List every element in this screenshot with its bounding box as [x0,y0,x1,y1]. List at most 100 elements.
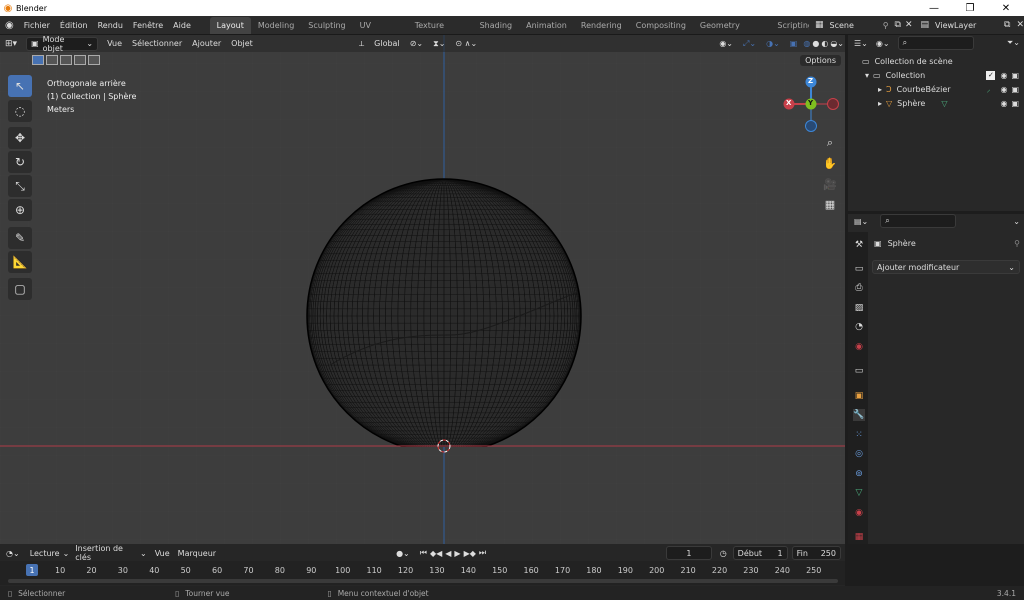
physics-icon[interactable]: ◎ [853,448,865,460]
output-icon[interactable]: ⎙ [853,282,865,294]
tool-add-cube[interactable]: ▢ [8,278,32,300]
pivot-icon[interactable]: ⊘⌄ [405,39,428,48]
proportional-icon[interactable]: ⊙ ∧⌄ [450,39,482,48]
modifier-wrench-icon[interactable]: 🔧 [853,409,865,421]
new-viewlayer-icon[interactable]: ⧉ [1004,20,1010,30]
gizmo-toggle-icon[interactable]: ⤢⌄ [738,39,761,49]
shading-solid-icon[interactable]: ● [811,39,820,48]
menu-add[interactable]: Ajouter [187,39,226,48]
xray-icon[interactable]: ▣ [785,39,803,48]
tool-rotate[interactable]: ↻ [8,151,32,173]
outliner-editor-icon[interactable]: ☰⌄ [854,39,868,48]
object-props-icon[interactable]: ▣ [853,390,865,402]
menu-marker[interactable]: Marqueur [178,549,216,558]
tool-cursor[interactable]: ◌ [8,100,32,122]
view-layer-icon[interactable]: ▨ [853,302,865,314]
visibility-icon[interactable]: ◉⌄ [714,39,738,48]
add-modifier-dropdown[interactable]: Ajouter modificateur ⌄ [872,260,1020,274]
tab-geometry-nodes[interactable]: Geometry Nodes [693,17,773,47]
select-mode-invert-icon[interactable] [74,55,86,65]
camera-icon[interactable]: ▣ [1011,85,1019,94]
shading-material-icon[interactable]: ◐ [820,39,829,48]
properties-search-input[interactable]: ⌕ [880,214,957,228]
mode-dropdown[interactable]: ▣ Mode objet ⌄ [26,35,99,53]
3d-viewport[interactable]: Z X Y ⊞▾ ▣ Mode objet ⌄ Vue Sélectionner A… [0,35,845,544]
play-reverse-icon[interactable]: ◀ [445,549,451,558]
scene-collection-row[interactable]: ▭ Collection de scène [862,54,953,68]
tool-select-box[interactable]: ↖ [8,75,32,97]
expand-arrow-icon[interactable]: ▾ [865,71,869,80]
tab-modeling[interactable]: Modeling [251,17,301,34]
tab-texture-paint[interactable]: Texture Paint [408,17,473,47]
ortho-grid-icon[interactable]: ▦ [821,195,839,213]
tab-compositing[interactable]: Compositing [629,17,693,34]
menu-view[interactable]: Vue [102,39,127,48]
pin-icon[interactable]: ⚲ [1014,239,1020,248]
filter-icon[interactable]: ⏷⌄ [1007,38,1020,48]
end-frame-field[interactable]: Fin 250 [791,546,841,560]
new-scene-icon[interactable]: ⧉ [895,20,901,30]
tab-uv-editing[interactable]: UV Editing [353,17,408,47]
select-mode-new-icon[interactable] [32,55,44,65]
select-mode-extend-icon[interactable] [46,55,58,65]
prev-keyframe-icon[interactable]: ◆◀ [430,549,442,558]
zoom-icon[interactable]: ⌕ [821,134,839,152]
collection-props-icon[interactable]: ▭ [853,365,865,377]
orientation-dropdown[interactable]: Global [369,39,405,48]
delete-viewlayer-icon[interactable]: ✕ [1016,20,1024,30]
minimize-button[interactable]: — [916,3,952,14]
timeline-scrollbar[interactable] [8,579,838,583]
scene-field[interactable]: Scene [823,21,882,30]
eye-icon[interactable]: ◉ [1000,99,1007,108]
world-icon[interactable]: ◉ [853,341,865,353]
menu-keying[interactable]: Insertion de clés [75,544,137,562]
clock-icon[interactable]: ◷ [720,549,727,558]
shading-wireframe-icon[interactable]: ◍ [802,39,811,48]
chevron-down-icon[interactable]: ⌄ [1013,217,1020,226]
tool-scale[interactable]: ⤡ [8,175,32,197]
menu-window[interactable]: Fenêtre [128,21,168,30]
tool-measure[interactable]: 📐 [8,251,32,273]
collection-row[interactable]: ▾ ▭ Collection ✓ ◉ ▣ [865,68,1019,82]
delete-scene-icon[interactable]: ✕ [905,20,913,30]
eye-icon[interactable]: ◉ [1000,85,1007,94]
play-icon[interactable]: ▶ [454,549,460,558]
texture-icon[interactable]: ▦ [853,531,865,543]
menu-playback[interactable]: Lecture [30,549,60,558]
menu-object[interactable]: Objet [226,39,258,48]
tab-sculpting[interactable]: Sculpting [301,17,352,34]
eye-icon[interactable]: ◉ [1000,71,1007,80]
tab-scripting[interactable]: Scripting [773,17,809,34]
scene-props-icon[interactable]: ◔ [853,321,865,333]
close-button[interactable]: ✕ [988,3,1024,14]
jump-start-icon[interactable]: ⏮ [420,548,427,558]
tool-transform[interactable]: ⊕ [8,199,32,221]
menu-edit[interactable]: Édition [55,21,93,30]
tool-settings-icon[interactable]: ⚒ [853,239,865,251]
tool-move[interactable]: ✥ [8,127,32,149]
select-mode-subtract-icon[interactable] [60,55,72,65]
checkbox-icon[interactable]: ✓ [986,70,996,80]
tool-annotate[interactable]: ✎ [8,227,32,249]
blender-menu-icon[interactable]: ◉ [0,20,19,31]
camera-icon[interactable]: ▣ [1011,99,1019,108]
menu-select[interactable]: Sélectionner [127,39,187,48]
select-mode-intersect-icon[interactable] [88,55,100,65]
overlay-toggle-icon[interactable]: ◑⌄ [761,39,785,48]
outliner-search-input[interactable]: ⌕ [897,36,974,50]
material-icon[interactable]: ◉ [853,507,865,519]
snap-icon[interactable]: ⧗⌄ [428,39,450,49]
constraints-icon[interactable]: ⊚ [853,468,865,480]
tab-rendering[interactable]: Rendering [574,17,629,34]
jump-end-icon[interactable]: ⏭ [479,548,486,558]
expand-arrow-icon[interactable]: ▸ [878,85,882,94]
next-keyframe-icon[interactable]: ▶◆ [464,549,476,558]
pin-icon[interactable]: ⚲ [883,21,889,30]
pan-hand-icon[interactable]: ✋ [821,154,839,172]
shading-rendered-icon[interactable]: ◒⌄ [829,39,845,48]
timeline-editor-icon[interactable]: ◔⌄ [6,549,20,558]
current-frame-field[interactable]: 1 [666,546,712,560]
menu-file[interactable]: Fichier [19,21,55,30]
editor-type-icon[interactable]: ⊞▾ [0,39,22,49]
menu-timeline-view[interactable]: Vue [155,549,170,558]
